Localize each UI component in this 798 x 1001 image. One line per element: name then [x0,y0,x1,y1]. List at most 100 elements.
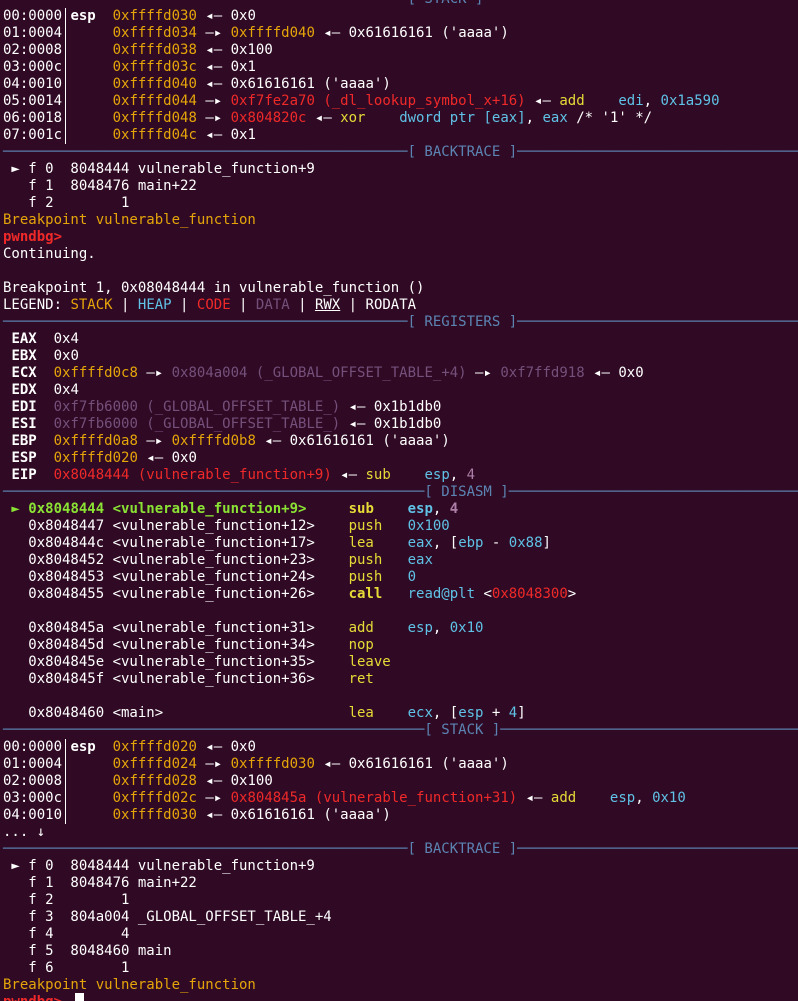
text-segment [62,76,113,92]
text-segment: —▸ [137,433,172,449]
text-segment: ◂— [525,93,560,109]
text-segment [382,552,407,568]
text-segment: f 5 8048460 main [3,943,172,959]
text-segment: f 3 804a004 _GLOBAL_OFFSET_TABLE_+4 [3,909,332,925]
text-segment: , [ [432,705,459,721]
text-segment: 0x8048455 <vulnerable_function+26> [3,586,349,602]
text-segment [62,127,113,143]
text-segment: ecx [407,705,433,721]
stack-row: 03:000c 0xffffd03c ◂— 0x1 [3,59,798,76]
output-line: 0x8048447 <vulnerable_function+12> push … [3,518,798,535]
text-segment [374,705,408,721]
text-segment: 0xffffd04c [112,127,197,143]
text-segment: 0 [407,569,417,585]
text-segment: ◂— 0x61616161 ('aaaa') [196,807,391,823]
command-prompt[interactable]: pwndbg> [3,994,798,1001]
text-segment [62,790,113,806]
text-segment: 0xf7fe2a70 (_dl_lookup_symbol_x+16) [230,93,526,109]
text-segment: 0x8048460 <main> [3,705,349,721]
text-segment: 02:0008 [3,773,63,789]
text-segment: | [171,297,197,313]
text-segment [382,518,407,534]
text-segment: f 1 8048476 main+22 [3,178,197,194]
text-segment: 01:0004 [3,756,63,772]
output-line: f 1 8048476 main+22 [3,178,798,195]
output-line: LEGEND: STACK | HEAP | CODE | DATA | RWX… [3,297,798,314]
text-segment: f 6 1 [3,960,130,976]
output-line: Breakpoint vulnerable_function [3,977,798,994]
stack-row: 04:0010 0xffffd040 ◂— 0x61616161 ('aaaa'… [3,76,798,93]
text-segment: 0xffffd048 [112,110,197,126]
text-segment [382,586,407,602]
text-segment: ESP [11,450,37,466]
text-segment: add [348,620,374,636]
output-line: f 4 4 [3,926,798,943]
text-segment: 0xffffd030 [112,8,197,24]
stack-row: 01:0004 0xffffd024 —▸ 0xffffd030 ◂— 0x61… [3,756,798,773]
text-segment: xor [340,110,366,126]
text-segment: ◂— [331,467,366,483]
text-segment: , [635,790,653,806]
text-segment: ────────────────────────────────────────… [3,144,798,160]
text-segment: EBP [11,433,37,449]
text-segment: 0x804845a <vulnerable_function+31> [3,620,349,636]
text-segment: /* '1' */ [567,110,653,126]
text-segment: 0xffffd0a8 [53,433,138,449]
text-segment: ► f 0 8048444 vulnerable_function+9 [3,161,315,177]
section-separator: ────────────────────────────────────────… [3,0,798,8]
text-segment: 07:001c [3,127,63,143]
text-segment: 03:000c [3,59,63,75]
text-segment: ◂— 0x0 [196,8,256,24]
text-segment [374,535,408,551]
text-segment [62,773,113,789]
text-segment: lea [348,535,374,551]
stack-row: 06:0018 0xffffd048 —▸ 0x804820c ◂— xor d… [3,110,798,127]
terminal-window[interactable]: ────────────────────────────────────────… [0,0,798,1001]
text-segment: | [289,297,315,313]
text-segment: call [348,586,383,602]
text-segment: —▸ [196,756,231,772]
text-segment: - [483,535,509,551]
text-segment: 00:0000 [3,739,63,755]
text-segment: HEAP [137,297,172,313]
stack-row: 01:0004 0xffffd034 —▸ 0xffffd040 ◂— 0x61… [3,25,798,42]
text-segment [62,807,113,823]
output-line: 0x804845e <vulnerable_function+35> leave [3,654,798,671]
text-segment: ◂— 0x1b1db0 [340,399,442,415]
text-segment [391,467,425,483]
text-segment: ESI [11,416,37,432]
text-segment: 0x4 [36,331,79,347]
text-segment: 01:0004 [3,25,63,41]
text-segment [37,399,54,415]
text-segment: —▸ [196,110,231,126]
terminal-output: ────────────────────────────────────────… [3,0,798,1001]
text-segment: esp [609,790,636,806]
text-segment: esp [70,739,96,755]
text-segment: 0x4 [36,382,79,398]
text-segment: 0x8048444 <vulnerable_function+9> [28,501,307,517]
output-line: Breakpoint vulnerable_function [3,212,798,229]
text-segment: , [643,93,661,109]
text-segment: Continuing. [3,246,96,262]
text-segment: RWX [314,297,341,313]
text-segment [62,110,113,126]
text-segment: EDX [11,382,37,398]
text-segment [62,994,70,1001]
output-line: 0x804845d <vulnerable_function+34> nop [3,637,798,654]
text-segment: 00:0000 [3,8,63,24]
text-segment: 06:0018 [3,110,63,126]
text-segment: leave [348,654,391,670]
text-segment: —▸ [196,25,231,41]
text-segment: ◂— 0x0 [137,450,197,466]
output-line: 0x804845f <vulnerable_function+36> ret [3,671,798,688]
text-segment: 0xffffd0c8 [53,365,138,381]
text-segment [62,25,113,41]
text-segment [585,93,619,109]
output-line: f 6 1 [3,960,798,977]
text-segment: 0x100 [407,518,450,534]
text-segment: 0xffffd028 [112,773,197,789]
text-segment: 0x10 [652,790,686,806]
text-segment: ◂— 0x61616161 ('aaaa') [196,76,391,92]
text-segment: ◂— [306,110,341,126]
text-segment [576,790,610,806]
